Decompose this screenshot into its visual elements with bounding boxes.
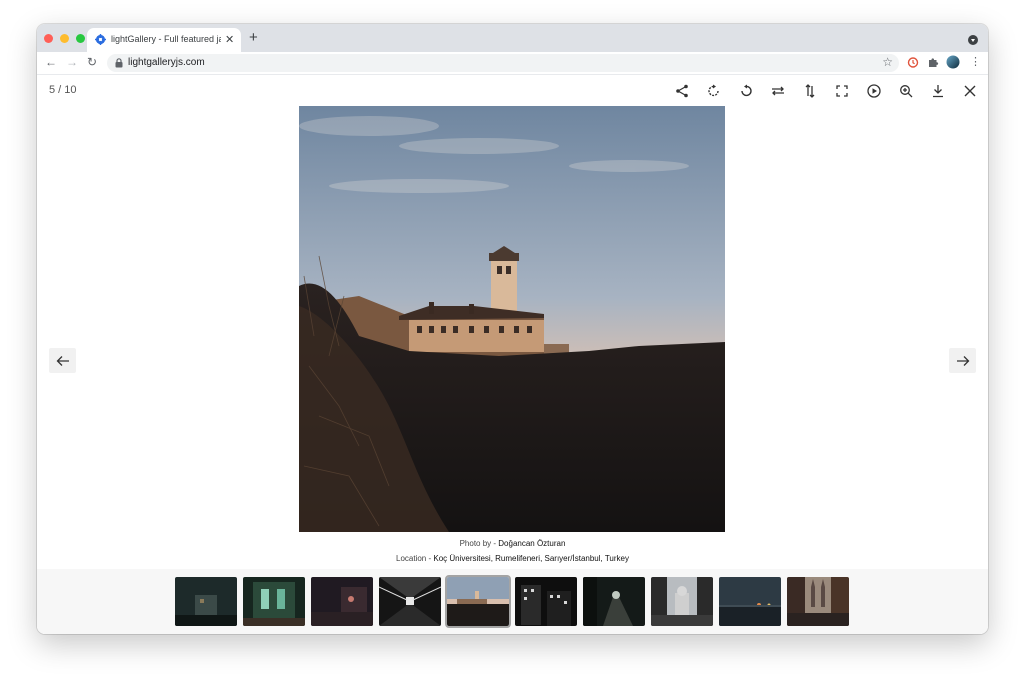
maximize-window-button[interactable] [76,34,85,43]
thumbnail-9[interactable] [719,577,781,626]
thumbnail-10[interactable] [787,577,849,626]
tab-title: lightGallery - Full featured javascript … [111,34,221,44]
browser-toolbar: ← → ↻ lightgalleryjs.com ☆ ⋮ [37,52,988,75]
reload-icon[interactable]: ↻ [87,55,97,69]
slide-counter: 5 / 10 [49,84,77,96]
new-tab-icon[interactable]: + [249,29,258,46]
extensions-puzzle-icon[interactable] [927,56,939,68]
arrow-left-icon [56,355,69,366]
download-icon[interactable] [928,82,948,100]
rotate-right-icon[interactable] [704,82,724,100]
forward-icon[interactable]: → [66,55,78,69]
rotate-left-icon[interactable] [736,82,756,100]
flip-vertical-icon[interactable] [800,82,820,100]
lightgallery-favicon-icon [95,34,106,45]
lock-icon [115,58,123,68]
thumbnail-6[interactable] [515,577,577,626]
window-controls [44,34,85,43]
thumbnail-3[interactable] [311,577,373,626]
photo-credit-prefix: Photo by - [459,539,499,548]
share-icon[interactable] [672,82,692,100]
autoplay-icon[interactable] [864,82,884,100]
gallery-toolbar [672,82,980,100]
url-text: lightgalleryjs.com [128,57,205,68]
close-window-button[interactable] [44,34,53,43]
tab-bar: lightGallery - Full featured javascript … [37,24,988,52]
main-photo [299,106,725,532]
back-icon[interactable]: ← [45,55,57,69]
thumbnail-1[interactable] [175,577,237,626]
thumbnail-4[interactable] [379,577,441,626]
tab-search-icon[interactable] [968,35,978,45]
extension-timer-icon[interactable] [907,56,919,68]
thumbnail-7[interactable] [583,577,645,626]
photo-location-prefix: Location - [396,554,434,563]
address-bar[interactable]: lightgalleryjs.com ☆ [107,54,899,72]
minimize-window-button[interactable] [60,34,69,43]
photographer-name: Doğancan Özturan [498,539,566,548]
thumbnail-2[interactable] [243,577,305,626]
location-name: Koç Üniversitesi, Rumelifeneri, Sarıyer/… [433,554,629,563]
browser-menu-icon[interactable]: ⋮ [970,55,981,68]
profile-avatar[interactable] [946,55,960,69]
previous-slide-button[interactable] [49,348,76,373]
next-slide-button[interactable] [949,348,976,373]
thumbnail-8[interactable] [651,577,713,626]
zoom-in-icon[interactable] [896,82,916,100]
photo-credit: Photo by - Doğancan Özturan [37,539,988,548]
arrow-right-icon [956,355,969,366]
fullscreen-icon[interactable] [832,82,852,100]
close-icon[interactable] [960,82,980,100]
thumbnail-strip [37,569,988,634]
tab-close-icon[interactable]: ✕ [225,33,234,46]
active-tab[interactable]: lightGallery - Full featured javascript … [87,28,241,52]
bookmark-star-icon[interactable]: ☆ [882,55,893,69]
browser-window: lightGallery - Full featured javascript … [37,24,988,634]
flip-horizontal-icon[interactable] [768,82,788,100]
thumbnail-5[interactable] [445,575,511,628]
lightgallery-viewer: 5 / 10 Photo by - Doğancan Özturan Locat… [37,75,988,634]
photo-location: Location - Koç Üniversitesi, Rumelifener… [37,554,988,563]
